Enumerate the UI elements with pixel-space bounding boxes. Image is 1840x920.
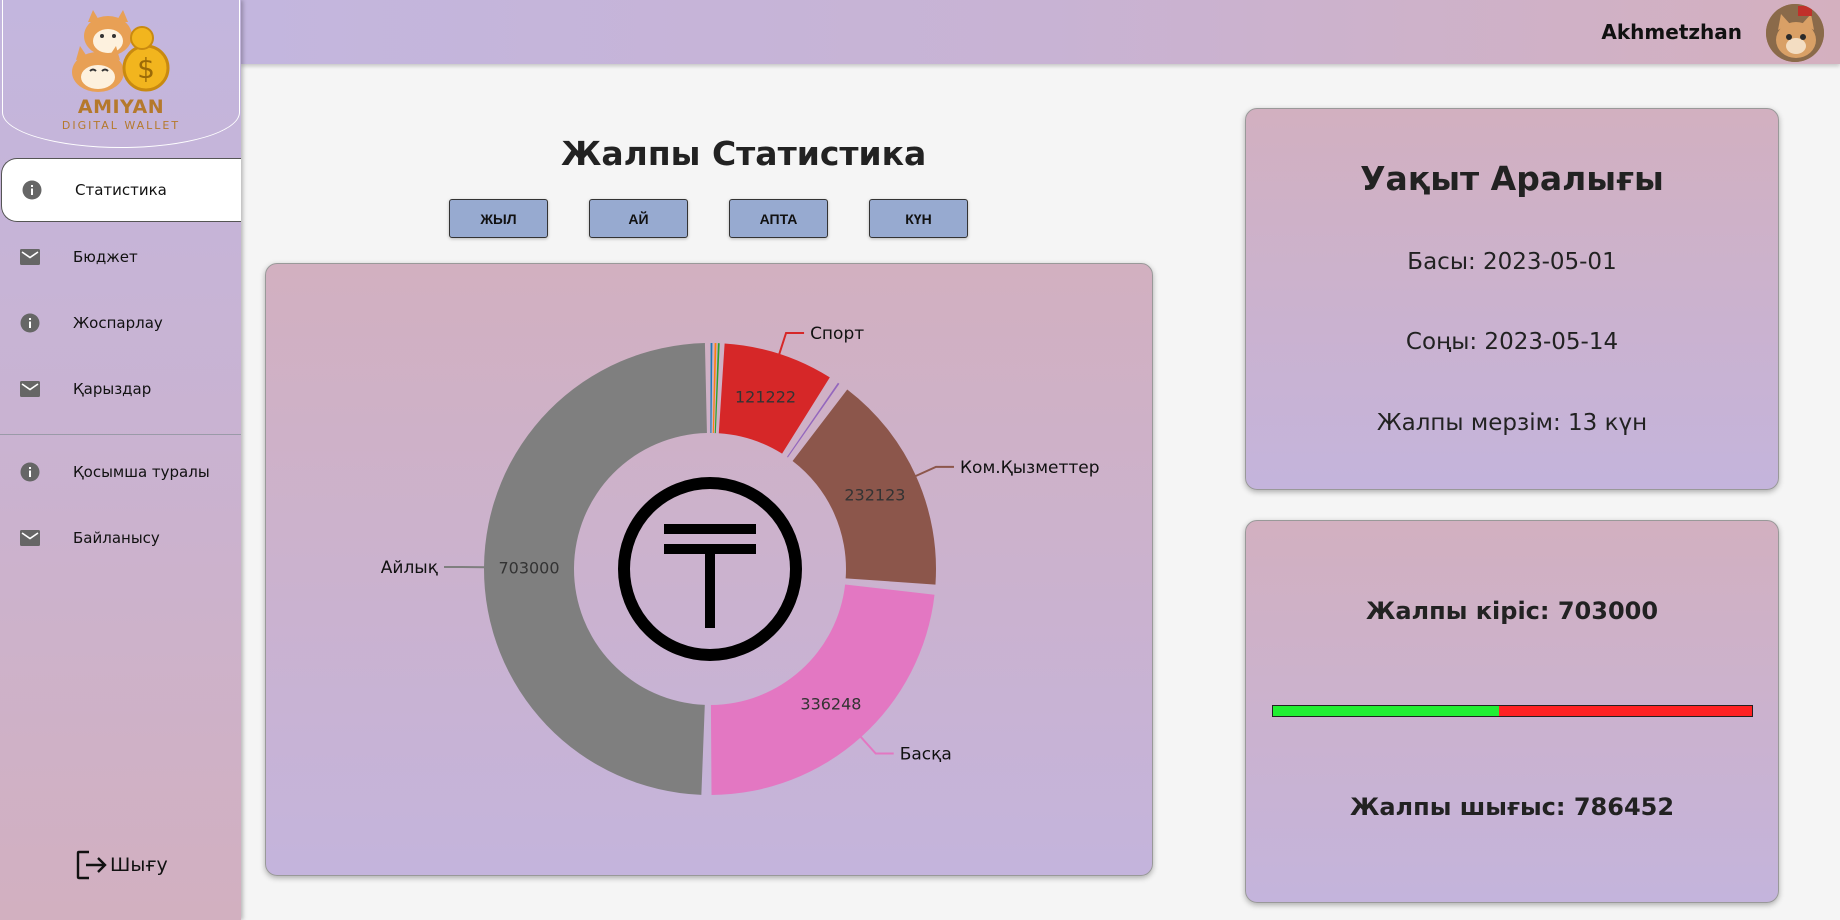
- sidebar-item-debts[interactable]: Қарыздар: [0, 356, 241, 422]
- sidebar-item-label: Статистика: [75, 181, 167, 199]
- slice-value-label: 703000: [498, 559, 559, 578]
- total-expense: Жалпы шығыс: 786452: [1349, 793, 1675, 821]
- info-icon: [22, 180, 42, 200]
- slice-value-label: 336248: [800, 695, 861, 714]
- sidebar-divider: [0, 434, 241, 435]
- top-header: Akhmetzhan: [241, 0, 1840, 64]
- avatar[interactable]: [1766, 4, 1824, 62]
- info-icon: [20, 462, 40, 482]
- logout-button[interactable]: Шығу: [76, 850, 168, 880]
- donut-slice[interactable]: [710, 343, 713, 434]
- shiba-coin-logo-icon: $: [72, 10, 170, 92]
- sidebar-item-about[interactable]: Қосымша туралы: [0, 439, 241, 505]
- cat-avatar-icon: [1766, 4, 1824, 62]
- period-day-button[interactable]: КҮН: [869, 199, 968, 238]
- page-title: Жалпы Статистика: [561, 134, 927, 173]
- brand-name: AMIYAN: [77, 96, 165, 118]
- slice-leader-line: [858, 734, 894, 755]
- period-start: Басы: 2023-05-01: [1407, 249, 1617, 275]
- mail-icon: [20, 247, 40, 267]
- sidebar-nav: Статистика Бюджет Жоспарлау Қарыздар Қос…: [0, 158, 241, 571]
- total-income: Жалпы кіріс: 703000: [1365, 597, 1659, 625]
- totals-card: Жалпы кіріс: 703000 Жалпы шығыс: 786452: [1245, 520, 1779, 903]
- period-card: Уақыт Аралығы Басы: 2023-05-01 Соңы: 202…: [1245, 108, 1779, 490]
- slice-value-label: 121222: [735, 388, 796, 407]
- period-total: Жалпы мерзім: 13 күн: [1376, 410, 1648, 436]
- mail-icon: [20, 379, 40, 399]
- expense-donut-chart: 121222 Спорт 232123 Ком.Қызметтер 336248 Басқ…: [381, 324, 1100, 795]
- sidebar-item-label: Бюджет: [73, 248, 138, 266]
- slice-category-label: Басқа: [900, 745, 952, 765]
- slice-leader-line: [913, 465, 954, 478]
- income-expense-bar: [1272, 705, 1753, 717]
- period-end: Соңы: 2023-05-14: [1405, 329, 1619, 355]
- logout-label: Шығу: [110, 854, 168, 876]
- period-card-title: Уақыт Аралығы: [1360, 159, 1664, 198]
- sidebar-item-budget[interactable]: Бюджет: [0, 224, 241, 290]
- sidebar-item-label: Қарыздар: [73, 380, 152, 398]
- sidebar-item-label: Байланысу: [73, 529, 160, 547]
- brand-logo[interactable]: $ AMIYAN DIGITAL WALLET: [2, 0, 240, 148]
- period-week-button[interactable]: АПТА: [729, 199, 828, 238]
- sidebar-item-statistics[interactable]: Статистика: [1, 158, 241, 222]
- sidebar-item-label: Жоспарлау: [73, 314, 163, 332]
- brand-subtitle: DIGITAL WALLET: [61, 119, 181, 132]
- svg-text:$: $: [137, 52, 155, 85]
- sidebar: $ AMIYAN DIGITAL WALLET Статистика Бюдже…: [0, 0, 241, 920]
- slice-category-label: Айлық: [381, 558, 438, 578]
- expense-chart-card: 121222 Спорт 232123 Ком.Қызметтер 336248 Басқ…: [265, 263, 1153, 876]
- user-name: Akhmetzhan: [1601, 20, 1742, 44]
- logout-icon: [76, 850, 107, 880]
- slice-value-label: 232123: [844, 485, 905, 504]
- tenge-icon: [618, 477, 802, 661]
- sidebar-item-contact[interactable]: Байланысу: [0, 505, 241, 571]
- info-icon: [20, 313, 40, 333]
- slice-leader-line: [777, 331, 805, 357]
- sidebar-item-planning[interactable]: Жоспарлау: [0, 290, 241, 356]
- period-month-button[interactable]: АЙ: [589, 199, 688, 238]
- slice-category-label: Ком.Қызметтер: [960, 458, 1100, 478]
- income-share-fill: [1273, 706, 1500, 716]
- sidebar-item-label: Қосымша туралы: [73, 463, 210, 481]
- slice-category-label: Спорт: [810, 324, 864, 344]
- period-year-button[interactable]: ЖЫЛ: [449, 199, 548, 238]
- mail-icon: [20, 528, 40, 548]
